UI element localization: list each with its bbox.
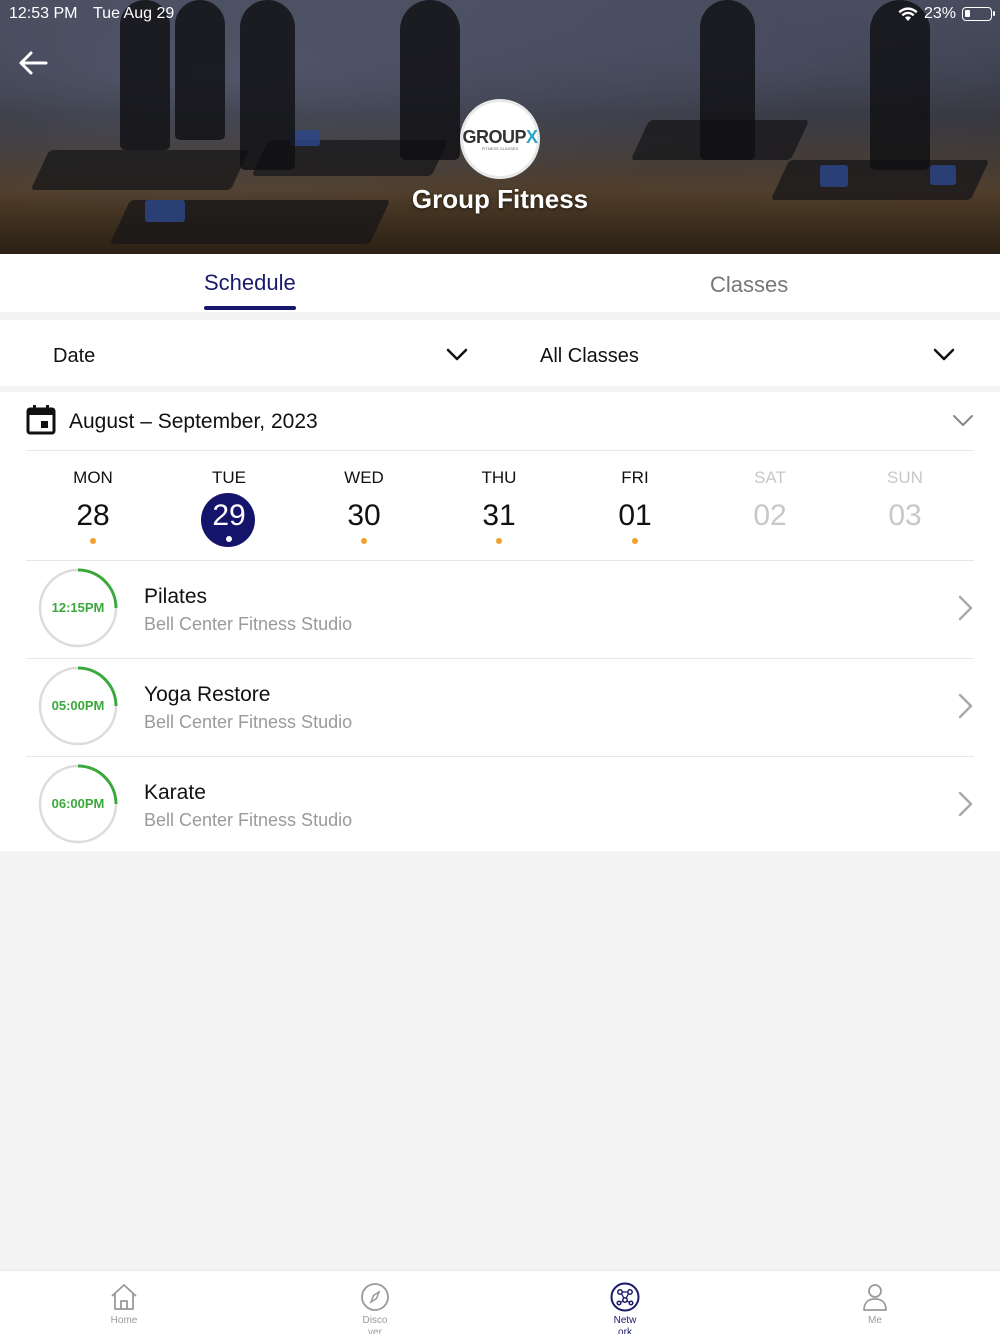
month-range-label: August – September, 2023: [69, 410, 318, 433]
day-name: SAT: [754, 468, 786, 487]
date-filter-dropdown[interactable]: Date: [0, 320, 490, 386]
event-dot: [361, 538, 367, 544]
network-icon: [610, 1282, 640, 1312]
status-date: Tue Aug 29: [93, 5, 175, 22]
filter-bar: Date All Classes: [0, 320, 1000, 386]
event-dot: [90, 538, 96, 544]
nav-label: Netw ork: [613, 1315, 637, 1334]
chevron-down-icon: [446, 348, 468, 361]
logo-subtext: FITNESS CLASSES: [481, 146, 519, 151]
schedule-panel: August – September, 2023 MON 28 TUE 29 W…: [0, 392, 1000, 851]
status-time: 12:53 PM: [9, 5, 78, 22]
battery-percent: 23%: [923, 5, 956, 22]
class-filter-label: All Classes: [540, 345, 639, 367]
class-location: Bell Center Fitness Studio: [144, 810, 353, 830]
calendar-icon: [26, 405, 56, 435]
back-arrow-icon[interactable]: [16, 46, 50, 80]
nav-discover[interactable]: Disco ver: [335, 1281, 415, 1334]
expand-calendar-chevron-icon[interactable]: [952, 414, 974, 428]
chevron-right-icon: [958, 693, 973, 719]
day-wed[interactable]: WED 30: [314, 462, 414, 552]
wifi-icon: [898, 6, 918, 21]
class-row-yoga-restore[interactable]: 05:00PM Yoga Restore Bell Center Fitness…: [26, 660, 974, 758]
day-number: 31: [482, 499, 516, 532]
event-dot: [632, 538, 638, 544]
class-time: 06:00PM: [51, 796, 105, 811]
class-name: Karate: [144, 781, 206, 804]
nav-label: Me: [868, 1315, 882, 1326]
divider: [26, 658, 974, 659]
day-sat: SAT 02: [720, 462, 820, 552]
day-mon[interactable]: MON 28: [43, 462, 143, 552]
chevron-right-icon: [958, 595, 973, 621]
day-tue-selected[interactable]: TUE 29: [179, 462, 279, 552]
class-time: 12:15PM: [51, 600, 105, 615]
group-logo: GROUPX FITNESS CLASSES: [460, 99, 540, 179]
nav-me[interactable]: Me: [835, 1281, 915, 1327]
day-name: THU: [481, 468, 517, 487]
event-dot: [226, 536, 232, 542]
chevron-down-icon: [933, 348, 955, 361]
day-number: 30: [347, 499, 381, 532]
day-name: FRI: [621, 468, 649, 487]
nav-label: Home: [110, 1315, 138, 1326]
divider: [26, 450, 974, 451]
class-name: Pilates: [144, 585, 208, 608]
day-name: MON: [73, 468, 113, 487]
tab-schedule[interactable]: Schedule: [204, 270, 296, 296]
nav-label: Disco ver: [362, 1315, 388, 1334]
divider: [26, 560, 974, 561]
battery-icon: [962, 7, 995, 21]
day-thu[interactable]: THU 31: [449, 462, 549, 552]
day-number: 28: [76, 499, 110, 532]
logo-accent: X: [526, 127, 538, 147]
day-number: 29: [212, 499, 246, 532]
header-banner: 12:53 PM Tue Aug 29 23% GROUPX FITNESS C…: [0, 0, 1000, 254]
home-icon: [111, 1284, 137, 1310]
chevron-right-icon: [958, 791, 973, 817]
tab-bar: Schedule Classes: [0, 254, 1000, 312]
class-location: Bell Center Fitness Studio: [144, 712, 353, 732]
class-name: Yoga Restore: [144, 683, 271, 706]
day-name: SUN: [887, 468, 923, 487]
day-number: 03: [888, 499, 922, 532]
day-name: WED: [344, 468, 384, 487]
tab-classes[interactable]: Classes: [710, 272, 788, 298]
bottom-tab-bar: Home Disco ver Netw ork Me: [0, 1270, 1000, 1334]
class-filter-dropdown[interactable]: All Classes: [500, 320, 1000, 386]
page-title: Group Fitness: [411, 184, 589, 214]
compass-icon: [361, 1283, 389, 1311]
nav-home[interactable]: Home: [84, 1281, 164, 1327]
class-row-karate[interactable]: 06:00PM Karate Bell Center Fitness Studi…: [26, 758, 974, 856]
nav-network[interactable]: Netw ork: [585, 1281, 665, 1334]
class-location: Bell Center Fitness Studio: [144, 614, 353, 634]
person-icon: [863, 1284, 887, 1311]
divider: [26, 756, 974, 757]
event-dot: [496, 538, 502, 544]
date-filter-label: Date: [53, 345, 96, 367]
day-number: 01: [618, 499, 652, 532]
day-fri[interactable]: FRI 01: [585, 462, 685, 552]
tab-active-indicator: [204, 306, 296, 310]
logo-text: GROUP: [462, 127, 526, 147]
class-time: 05:00PM: [51, 698, 105, 713]
day-name: TUE: [212, 468, 246, 487]
class-row-pilates[interactable]: 12:15PM Pilates Bell Center Fitness Stud…: [26, 562, 974, 660]
day-sun: SUN 03: [855, 462, 955, 552]
day-number: 02: [753, 499, 787, 532]
status-bar: 12:53 PM Tue Aug 29 23%: [0, 0, 1000, 28]
